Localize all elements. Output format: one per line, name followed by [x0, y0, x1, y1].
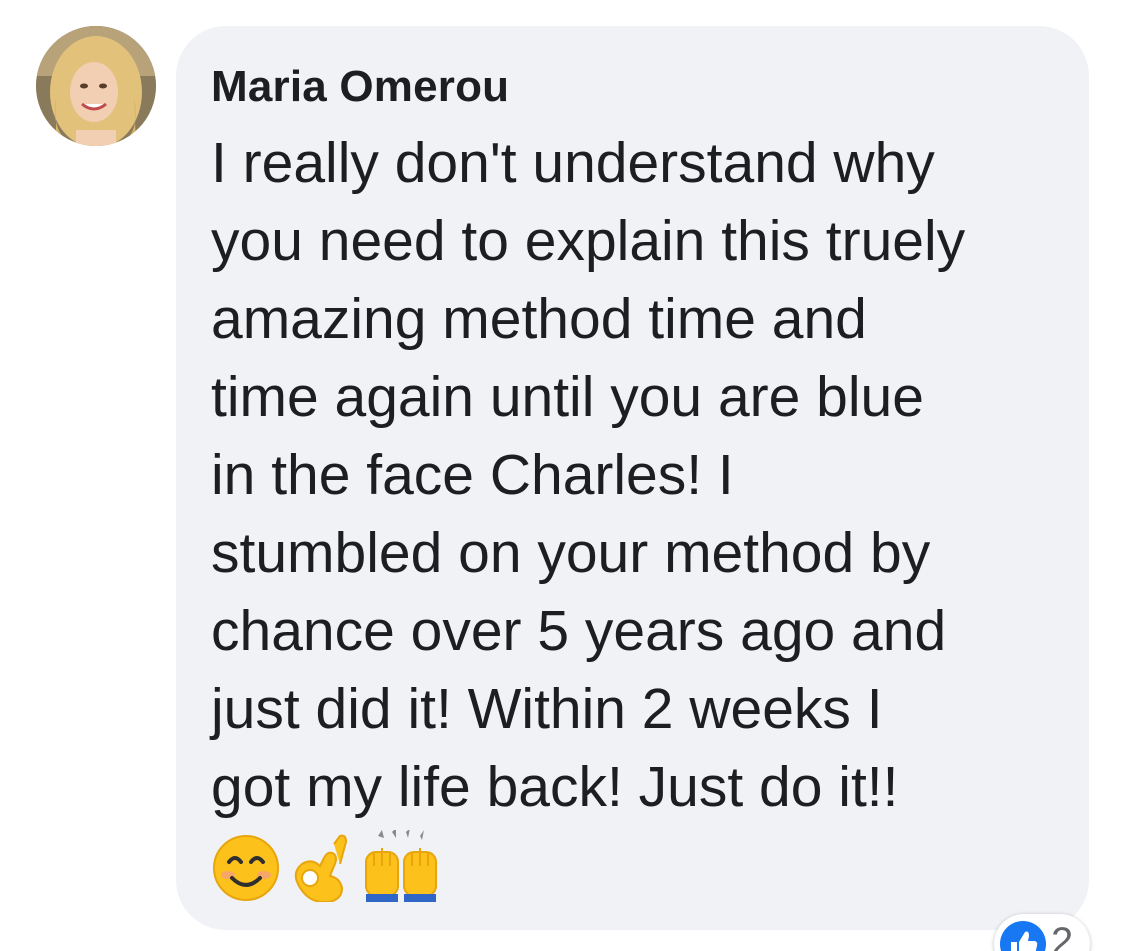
comment-text: I really don't understand why you need t…	[211, 131, 966, 819]
like-icon	[1000, 921, 1046, 951]
smiling-face-icon	[213, 835, 279, 901]
raising-hands-icon	[365, 830, 437, 902]
avatar-photo	[36, 26, 156, 146]
reaction-count: 2	[1051, 920, 1074, 951]
comment-actions	[222, 934, 782, 951]
comment: Maria Omerou I really don't understand w…	[0, 0, 1125, 951]
reaction-badge[interactable]: 2	[994, 914, 1090, 951]
emoji-row	[212, 830, 442, 902]
comment-bubble: Maria Omerou I really don't understand w…	[176, 26, 1089, 930]
ok-hand-icon	[294, 834, 348, 902]
avatar[interactable]	[36, 26, 156, 146]
comment-author[interactable]: Maria Omerou	[211, 56, 1053, 118]
